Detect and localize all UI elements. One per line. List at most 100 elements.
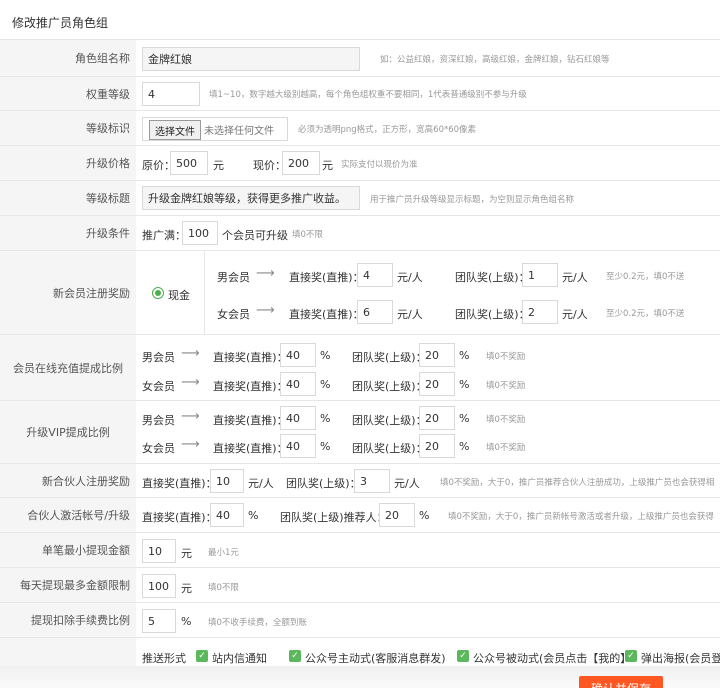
vip-ratio-label: 升级VIP提成比例 bbox=[0, 401, 136, 463]
vip-female-team-input[interactable]: 20 bbox=[419, 434, 455, 458]
pa-hint: 填0不奖励，大于0，推广员新帐号激活或者升级，上级推广员也会获得 bbox=[448, 512, 714, 522]
pr-direct-unit: 元/人 bbox=[248, 477, 274, 490]
orig-price-input[interactable]: 500 bbox=[170, 151, 208, 175]
rc-female-who: 女会员 bbox=[142, 380, 175, 393]
level-title-hint: 用于推广员升级等级显示标题，为空则显示角色组名称 bbox=[370, 195, 575, 205]
rc-male-direct-input[interactable]: 40 bbox=[280, 343, 316, 367]
vip-male-team-input[interactable]: 20 bbox=[419, 406, 455, 430]
push-opt-3-label: 公众号被动式(会员点击【我的】 bbox=[473, 652, 632, 665]
reg-male-team-input[interactable]: 1 bbox=[522, 263, 558, 287]
reg-female-direct-input[interactable]: 6 bbox=[357, 300, 393, 324]
upgrade-price-label: 升级价格 bbox=[0, 146, 136, 180]
choose-file-button[interactable]: 选择文件 bbox=[149, 120, 201, 140]
daily-max-label: 每天提现最多金额限制 bbox=[0, 568, 136, 602]
partner-register-row: 新合伙人注册奖励 直接奖(直推)： 10 元/人 团队奖(上级)： 3 元/人 … bbox=[0, 464, 720, 498]
now-price-input[interactable]: 200 bbox=[282, 151, 320, 175]
orig-price-unit: 元 bbox=[213, 159, 224, 172]
reg-male-direct-input[interactable]: 4 bbox=[357, 263, 393, 287]
no-file-text: 未选择任何文件 bbox=[204, 126, 274, 137]
fee-ratio-label: 提现扣除手续费比例 bbox=[0, 603, 136, 637]
role-name-input[interactable]: 金牌红娘 bbox=[142, 47, 360, 71]
partner-activate-row: 合伙人激活帐号/升级 直接奖(直推)： 40 % 团队奖(上级)推荐人： 20 … bbox=[0, 498, 720, 533]
weight-input[interactable]: 4 bbox=[142, 82, 200, 106]
push-opt-1-checkbox[interactable]: ✓ bbox=[196, 650, 208, 662]
cash-radio-label: 现金 bbox=[168, 289, 190, 302]
rc-female-hint: 填0不奖励 bbox=[486, 381, 526, 391]
rc-male-team-input[interactable]: 20 bbox=[419, 343, 455, 367]
rc-male-direct-unit: % bbox=[320, 349, 331, 362]
pr-team-label: 团队奖(上级)： bbox=[286, 477, 361, 490]
pr-team-unit: 元/人 bbox=[394, 477, 420, 490]
reg-female-direct-label: 直接奖(直推)： bbox=[289, 308, 364, 321]
page-title: 修改推广员角色组 bbox=[0, 0, 720, 40]
save-button[interactable]: 确认并保存 bbox=[579, 676, 663, 688]
role-name-label: 角色组名称 bbox=[0, 40, 136, 76]
min-withdraw-input[interactable]: 10 bbox=[142, 539, 176, 563]
weight-label: 权重等级 bbox=[0, 77, 136, 110]
level-title-label: 等级标题 bbox=[0, 181, 136, 215]
pa-team-label: 团队奖(上级)推荐人： bbox=[280, 511, 388, 524]
vip-female-direct-input[interactable]: 40 bbox=[280, 434, 316, 458]
partner-register-label: 新合伙人注册奖励 bbox=[0, 464, 136, 497]
vip-female-who: 女会员 bbox=[142, 442, 175, 455]
level-icon-row: 等级标识 选择文件 未选择任何文件 必须为透明png格式，正方形，宽高60*60… bbox=[0, 111, 720, 146]
fee-ratio-row: 提现扣除手续费比例 5 % 填0不收手续费，全额到账 bbox=[0, 603, 720, 638]
upgrade-cond-input[interactable]: 100 bbox=[182, 221, 218, 245]
rc-female-team-input[interactable]: 20 bbox=[419, 372, 455, 396]
weight-row: 权重等级 4 填1~10，数字越大级别越高，每个角色组权重不要相同，1代表普通级… bbox=[0, 77, 720, 111]
daily-max-hint: 填0不限 bbox=[208, 583, 239, 593]
push-opt-2-checkbox[interactable]: ✓ bbox=[289, 650, 301, 662]
rc-female-team-label: 团队奖(上级)： bbox=[352, 380, 427, 393]
pr-team-input[interactable]: 3 bbox=[354, 469, 390, 493]
vip-male-direct-unit: % bbox=[320, 412, 331, 425]
reg-male-team-label: 团队奖(上级)： bbox=[455, 271, 530, 284]
recharge-ratio-row: 会员在线充值提成比例 男会员 ⟶ 直接奖(直推)： 40 % 团队奖(上级)： … bbox=[0, 335, 720, 401]
reg-male-team-unit: 元/人 bbox=[562, 271, 588, 284]
rc-female-direct-unit: % bbox=[320, 378, 331, 391]
rc-female-direct-label: 直接奖(直推)： bbox=[213, 380, 288, 393]
push-label: 推送形式 bbox=[142, 652, 186, 665]
reg-female-hint: 至少0.2元，填0不送 bbox=[606, 309, 685, 319]
cash-radio[interactable] bbox=[152, 287, 164, 299]
vip-ratio-row: 升级VIP提成比例 男会员 ⟶ 直接奖(直推)： 40 % 团队奖(上级)： 2… bbox=[0, 401, 720, 464]
fee-ratio-hint: 填0不收手续费，全额到账 bbox=[208, 618, 307, 628]
min-withdraw-hint: 最小1元 bbox=[208, 548, 239, 558]
level-title-input[interactable]: 升级金牌红娘等级，获得更多推广收益。 bbox=[142, 186, 360, 210]
recharge-ratio-label: 会员在线充值提成比例 bbox=[0, 335, 136, 400]
daily-max-unit: 元 bbox=[181, 582, 192, 595]
vip-female-direct-unit: % bbox=[320, 440, 331, 453]
daily-max-row: 每天提现最多金额限制 100 元 填0不限 bbox=[0, 568, 720, 603]
upgrade-cond-hint: 填0不限 bbox=[292, 230, 323, 240]
reg-male-who: 男会员 bbox=[217, 271, 250, 284]
push-opt-3-checkbox[interactable]: ✓ bbox=[457, 650, 469, 662]
pa-team-input[interactable]: 20 bbox=[379, 503, 415, 527]
vip-female-arrow: ⟶ bbox=[181, 437, 200, 452]
rc-female-team-unit: % bbox=[459, 378, 470, 391]
push-opt-4-checkbox[interactable]: ✓ bbox=[625, 650, 637, 662]
rc-male-arrow: ⟶ bbox=[181, 346, 200, 361]
vip-male-direct-label: 直接奖(直推)： bbox=[213, 414, 288, 427]
rc-male-team-unit: % bbox=[459, 349, 470, 362]
vip-female-hint: 填0不奖励 bbox=[486, 443, 526, 453]
reg-female-team-input[interactable]: 2 bbox=[522, 300, 558, 324]
pa-direct-input[interactable]: 40 bbox=[210, 503, 244, 527]
reg-female-team-label: 团队奖(上级)： bbox=[455, 308, 530, 321]
vip-female-team-unit: % bbox=[459, 440, 470, 453]
reg-male-direct-label: 直接奖(直推)： bbox=[289, 271, 364, 284]
level-icon-hint: 必须为透明png格式，正方形，宽高60*60像素 bbox=[298, 125, 477, 135]
pr-hint: 填0不奖励，大于0，推广员推荐合伙人注册成功，上级推广员也会获得相 bbox=[440, 478, 715, 488]
role-name-row: 角色组名称 金牌红娘 如：公益红娘，资深红娘，高级红娘，金牌红娘，钻石红娘等 bbox=[0, 40, 720, 77]
rc-female-direct-input[interactable]: 40 bbox=[280, 372, 316, 396]
pr-direct-input[interactable]: 10 bbox=[210, 469, 244, 493]
vip-male-team-label: 团队奖(上级)： bbox=[352, 414, 427, 427]
level-title-row: 等级标题 升级金牌红娘等级，获得更多推广收益。 用于推广员升级等级显示标题，为空… bbox=[0, 181, 720, 216]
role-name-hint: 如：公益红娘，资深红娘，高级红娘，金牌红娘，钻石红娘等 bbox=[380, 55, 610, 65]
register-reward-label: 新会员注册奖励 bbox=[0, 251, 136, 334]
vip-male-direct-input[interactable]: 40 bbox=[280, 406, 316, 430]
register-reward-row: 新会员注册奖励 现金 男会员 ⟶ 直接奖(直推)： 4 元/人 团队奖(上级)：… bbox=[0, 251, 720, 335]
pa-team-unit: % bbox=[419, 509, 430, 522]
reg-female-who: 女会员 bbox=[217, 308, 250, 321]
fee-ratio-input[interactable]: 5 bbox=[142, 609, 176, 633]
pa-direct-unit: % bbox=[248, 509, 259, 522]
daily-max-input[interactable]: 100 bbox=[142, 574, 176, 598]
